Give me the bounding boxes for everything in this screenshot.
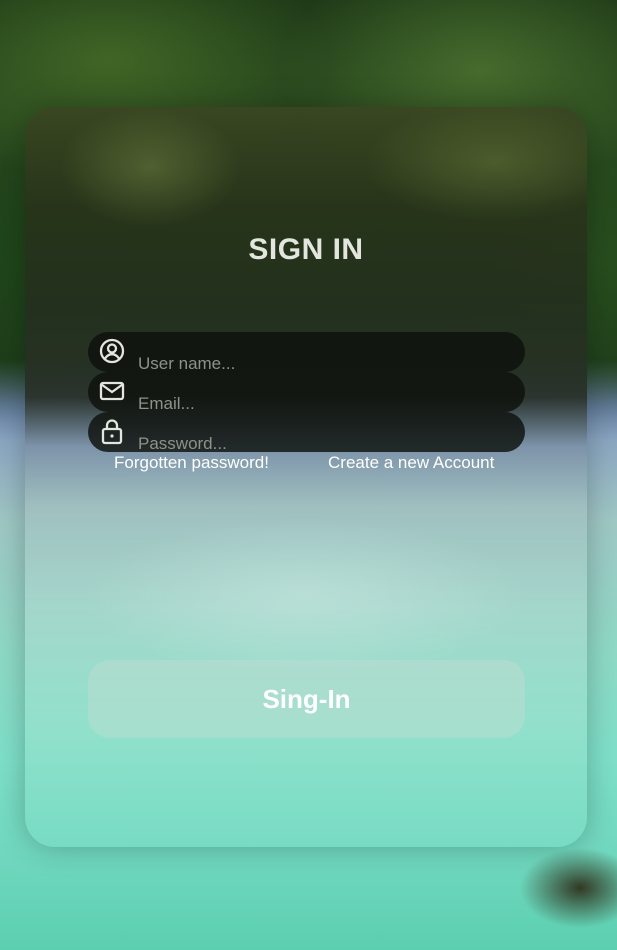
email-input[interactable] [138, 394, 508, 414]
envelope-icon [98, 377, 126, 405]
create-account-link[interactable]: Create a new Account [328, 453, 494, 473]
username-field[interactable] [88, 332, 525, 374]
lock-icon [98, 417, 126, 445]
signin-button[interactable]: Sing-In [88, 660, 525, 738]
email-field[interactable] [88, 372, 525, 414]
username-input[interactable] [138, 354, 508, 374]
password-field[interactable] [88, 412, 525, 454]
password-input[interactable] [138, 434, 508, 454]
user-circle-icon [98, 337, 126, 365]
forgot-password-link[interactable]: Forgotten password! [114, 453, 269, 473]
page-title: SIGN IN [248, 233, 364, 266]
signin-card: SIGN IN Forgotten [25, 107, 587, 847]
